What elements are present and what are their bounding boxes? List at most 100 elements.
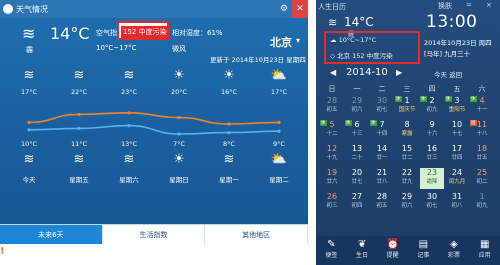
- calendar-day[interactable]: 9 十六: [420, 120, 444, 141]
- pencil-icon: ✎: [327, 239, 336, 250]
- calendar-day[interactable]: 11 十八班: [470, 120, 494, 141]
- calendar-day[interactable]: 8 寒露: [395, 120, 419, 141]
- skin-button[interactable]: 换肤: [438, 1, 452, 11]
- calendar-day[interactable]: 17 廿四: [445, 144, 469, 165]
- calendar-day[interactable]: 27 初四: [345, 192, 369, 213]
- menu-icon[interactable]: =: [466, 1, 472, 9]
- calendar-day[interactable]: 6 十三休: [345, 120, 369, 141]
- forecast-day: 星期二: [269, 176, 289, 184]
- holiday-tag: 休: [370, 120, 377, 126]
- toolbar-label: 提醒: [386, 252, 399, 259]
- lunar-day: 十二: [326, 131, 338, 137]
- calendar-day[interactable]: 22 廿九: [395, 168, 419, 189]
- calendar-day[interactable]: 20 廿七: [345, 168, 369, 189]
- today-button[interactable]: 今天 返回: [434, 69, 462, 79]
- settings-icon[interactable]: ⚙: [276, 4, 292, 14]
- chevron-down-icon[interactable]: ▾: [296, 36, 300, 45]
- day-number: 15: [401, 144, 413, 153]
- chevron-right-icon[interactable]: ▶: [396, 68, 402, 77]
- weather-summary-highlight[interactable]: ☁ 10°C~17°C ◇ 北京 152 中度污染: [324, 31, 420, 64]
- calendar-day[interactable]: 10 十七: [445, 120, 469, 141]
- lunar-day: 霜降: [426, 179, 438, 185]
- calendar-day[interactable]: 28 初五: [320, 96, 344, 117]
- calendar-day-today[interactable]: 23 霜降: [420, 168, 444, 189]
- calendar-day[interactable]: 7 十四休: [370, 120, 394, 141]
- toolbar-label: 便签: [325, 252, 338, 259]
- tab-forecast[interactable]: 未来6天: [0, 225, 103, 244]
- calendar-day[interactable]: 15 廿二: [395, 144, 419, 165]
- high-temp-point: [127, 111, 131, 115]
- calendar-day[interactable]: 26 初三: [320, 192, 344, 213]
- calendar-day[interactable]: 1 初九: [470, 192, 494, 213]
- calendar-day[interactable]: 24 闰九月: [445, 168, 469, 189]
- calendar-day[interactable]: 13 二十: [345, 144, 369, 165]
- day-number: 16: [426, 144, 438, 153]
- day-number: 22: [401, 168, 413, 177]
- calendar-day[interactable]: 28 初五: [370, 192, 394, 213]
- toolbar-item[interactable]: ▤ 记事: [408, 236, 439, 265]
- toolbar-label: 彩票: [448, 252, 461, 259]
- forecast: ≋ 17°C 10°C ≋ 今天 ≋ 22°C 11°C ≋ 星期五 ≋ 23°C 13°C ≋ 星期六 ☀ 2…: [0, 66, 308, 202]
- day-number: 13: [351, 144, 363, 153]
- weekday-header: 六: [478, 85, 486, 93]
- calendar-day[interactable]: 21 廿八: [370, 168, 394, 189]
- toolbar-item[interactable]: ❦ 生日: [347, 236, 378, 265]
- weather-title: 天气情况: [16, 4, 48, 14]
- calendar-day[interactable]: 31 初八: [445, 192, 469, 213]
- calendar-day[interactable]: 3 重阳节休: [445, 96, 469, 117]
- day-number: 30: [426, 192, 438, 201]
- forecast-low: 11°C: [70, 140, 88, 148]
- calendar-day[interactable]: 25 初二: [470, 168, 494, 189]
- calendar-day[interactable]: 14 廿一: [370, 144, 394, 165]
- toolbar-item[interactable]: ◈ 彩票: [439, 236, 470, 265]
- clock-date: 2014年10月23日 周四: [424, 39, 492, 47]
- haze-icon: ≋: [73, 68, 85, 83]
- calendar-day[interactable]: 1 国庆节休: [395, 96, 419, 117]
- chevron-left-icon[interactable]: ◀: [330, 68, 336, 77]
- weather-titlebar: 天气情况 ⚙ ✕: [0, 0, 308, 18]
- current-month[interactable]: 2014-10: [346, 67, 388, 78]
- city-selector[interactable]: 北京: [270, 34, 292, 50]
- birthday-icon: ❦: [357, 239, 367, 250]
- low-temp-line: [28, 124, 280, 135]
- day-number: 26: [326, 192, 338, 201]
- close-icon[interactable]: ×: [486, 1, 492, 9]
- lunar-day: 初五: [326, 107, 338, 113]
- calendar-day[interactable]: 30 初七: [420, 192, 444, 213]
- lunar-day: 十八: [476, 131, 488, 137]
- toolbar-item[interactable]: ⏰ 提醒: [377, 236, 408, 265]
- calendar-day[interactable]: 30 初七: [370, 96, 394, 117]
- calendar-day[interactable]: 4 十一休: [470, 96, 494, 117]
- toolbar-item[interactable]: ▦ 应用: [469, 236, 500, 265]
- weather-summary-range: ☁ 10°C~17°C: [330, 36, 377, 44]
- lunar-day: 廿三: [426, 155, 438, 161]
- calendar-day[interactable]: 16 廿三: [420, 144, 444, 165]
- day-number: 1: [479, 192, 485, 201]
- forecast-day: 星期一: [219, 176, 239, 184]
- tab-other-regions[interactable]: 其他地区: [205, 225, 308, 244]
- day-number: 20: [351, 168, 363, 177]
- close-button[interactable]: ✕: [292, 0, 308, 18]
- sun-icon: ☀: [173, 152, 185, 167]
- aq-text: 北京 152 中度污染: [337, 52, 393, 60]
- today-range: 10°C~17°C: [96, 44, 137, 52]
- toolbar-item[interactable]: ✎ 便签: [316, 236, 347, 265]
- weather-app-icon: [3, 4, 13, 14]
- current-weather: ≋ 霾 14°C 空气指数： 152 中度污染 相对湿度：61% 10°C~17…: [0, 18, 308, 64]
- lunar-day: 廿二: [401, 155, 413, 161]
- calendar-day[interactable]: 29 初六: [345, 96, 369, 117]
- lunar-day: 十一: [476, 107, 488, 113]
- updated-time: 更新于 2014年10月23日 星期四: [210, 56, 306, 64]
- calendar-day[interactable]: 19 廿六: [320, 168, 344, 189]
- calendar-day[interactable]: 12 十九: [320, 144, 344, 165]
- haze-icon: ≋: [123, 68, 135, 83]
- lunar-day: 初六: [351, 107, 363, 113]
- calendar-day[interactable]: 2 初九休: [420, 96, 444, 117]
- lunar-day: 十三: [351, 131, 363, 137]
- calendar-day[interactable]: 18 廿五: [470, 144, 494, 165]
- lunar-day: 重阳节: [448, 107, 466, 113]
- air-quality-highlight: 152 中度污染: [117, 21, 169, 40]
- tab-life-index[interactable]: 生活指数: [103, 225, 206, 244]
- calendar-day[interactable]: 5 十二休: [320, 120, 344, 141]
- calendar-day[interactable]: 29 初六: [395, 192, 419, 213]
